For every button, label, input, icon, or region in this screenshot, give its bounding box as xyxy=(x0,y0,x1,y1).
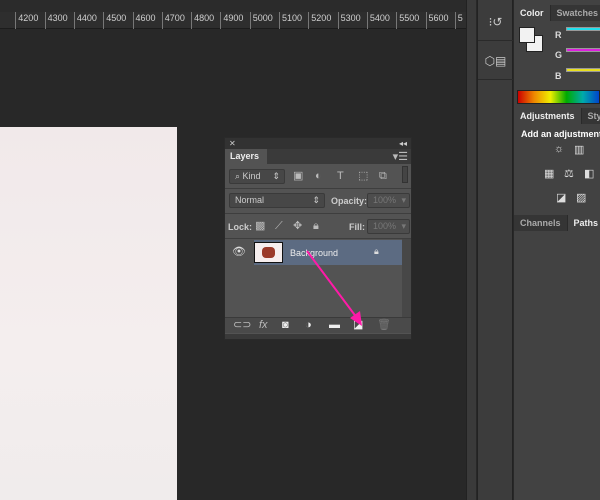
foreground-color-swatch[interactable] xyxy=(519,27,535,43)
arrow-head xyxy=(350,311,362,326)
arrow-shaft xyxy=(306,250,358,319)
annotation-arrow xyxy=(306,250,362,326)
